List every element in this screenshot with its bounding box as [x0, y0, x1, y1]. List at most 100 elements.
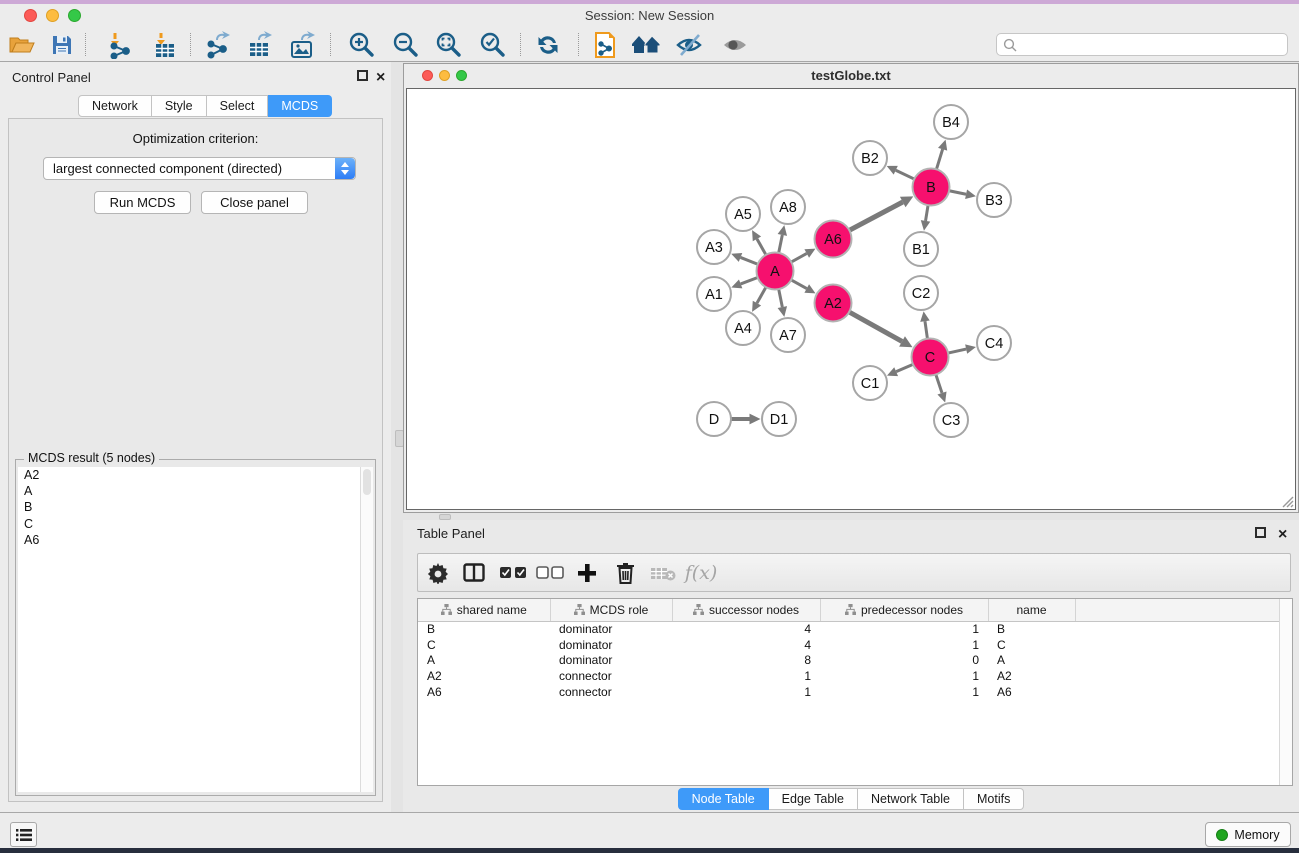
edge-arrow-icon: [921, 220, 930, 231]
node-table[interactable]: shared nameMCDS rolesuccessor nodesprede…: [417, 598, 1293, 786]
open-recent-session-icon[interactable]: [590, 30, 620, 60]
edge-C-C1[interactable]: [896, 364, 913, 371]
main-titlebar[interactable]: Session: New Session: [0, 4, 1299, 27]
edge-A-A7[interactable]: [779, 289, 783, 307]
edge-A-A3[interactable]: [741, 257, 758, 264]
result-scrollbar[interactable]: [360, 467, 373, 792]
edge-B-B4[interactable]: [936, 149, 942, 169]
table-scrollbar[interactable]: [1279, 599, 1292, 785]
edge-A-A2[interactable]: [791, 280, 807, 289]
control-panel-title: Control Panel: [12, 70, 91, 85]
tab-edge-table[interactable]: Edge Table: [769, 788, 858, 810]
edge-C-C2[interactable]: [925, 321, 927, 338]
table-row[interactable]: A6connector11A6: [418, 684, 1280, 700]
edge-C-C3[interactable]: [936, 375, 942, 393]
column-header-predecessor-nodes[interactable]: predecessor nodes: [820, 599, 988, 621]
table-row[interactable]: Cdominator41C: [418, 637, 1280, 653]
import-table-icon[interactable]: [150, 30, 180, 60]
show-column-icon[interactable]: [457, 554, 491, 591]
edge-A-A5[interactable]: [757, 239, 766, 255]
desktop-background-bottom: [0, 848, 1299, 853]
deselect-all-rows-icon[interactable]: [533, 554, 567, 591]
edge-B-B2[interactable]: [896, 170, 915, 179]
edge-B-B3[interactable]: [949, 191, 966, 195]
open-session-icon[interactable]: [7, 30, 37, 60]
network-view-window[interactable]: testGlobe.txt B4B2BB3A5A8A6B1A3AC2A1A2A4…: [403, 63, 1299, 513]
graph-node-label: D1: [770, 412, 789, 428]
zoom-fit-icon[interactable]: [433, 30, 463, 60]
tab-select[interactable]: Select: [207, 95, 269, 117]
close-table-panel-icon[interactable]: ×: [1278, 529, 1287, 540]
show-graphics-details-icon[interactable]: [721, 30, 751, 60]
import-network-icon[interactable]: [105, 30, 135, 60]
export-network-icon[interactable]: [203, 30, 233, 60]
memory-label: Memory: [1234, 828, 1279, 842]
export-image-icon[interactable]: [288, 30, 318, 60]
edge-A-A8[interactable]: [779, 235, 783, 253]
network-graph[interactable]: B4B2BB3A5A8A6B1A3AC2A1A2A4A7C4CC1C3DD1: [407, 89, 1295, 509]
add-column-icon[interactable]: [570, 554, 604, 591]
mcds-result-list[interactable]: A2ABCA6: [18, 467, 360, 792]
zoom-selected-icon[interactable]: [477, 30, 507, 60]
refresh-icon[interactable]: [533, 30, 563, 60]
main-content: Control Panel × NetworkStyleSelectMCDS O…: [0, 62, 1299, 812]
hide-graphics-details-icon[interactable]: [675, 30, 705, 60]
tab-style[interactable]: Style: [152, 95, 207, 117]
edge-B-B1[interactable]: [926, 205, 929, 221]
edge-A-A4[interactable]: [757, 287, 766, 303]
edge-arrow-icon: [920, 311, 930, 322]
edge-arrow-icon: [778, 225, 787, 236]
network-window-titlebar[interactable]: testGlobe.txt: [404, 64, 1298, 87]
float-table-panel-icon[interactable]: [1255, 527, 1266, 538]
column-header-name[interactable]: name: [988, 599, 1075, 621]
run-mcds-button[interactable]: Run MCDS: [94, 191, 191, 214]
column-header-shared-name[interactable]: shared name: [418, 599, 550, 621]
graph-node-label: A4: [734, 321, 752, 337]
toolbar-separator: [85, 33, 86, 56]
resize-grip-icon[interactable]: [1280, 494, 1294, 508]
network-window-title: testGlobe.txt: [404, 64, 1298, 87]
edge-A2-C[interactable]: [849, 312, 902, 341]
close-panel-icon[interactable]: ×: [376, 72, 385, 83]
optimization-criterion-select[interactable]: largest connected component (directed): [43, 157, 356, 180]
graph-node-label: A: [770, 264, 780, 280]
search-icon: [1003, 38, 1018, 53]
zoom-out-icon[interactable]: [390, 30, 420, 60]
zoom-in-icon[interactable]: [346, 30, 376, 60]
edge-C-C4[interactable]: [948, 349, 966, 353]
close-panel-button[interactable]: Close panel: [201, 191, 308, 214]
export-table-icon[interactable]: [245, 30, 275, 60]
result-item[interactable]: B: [18, 499, 360, 515]
tab-motifs[interactable]: Motifs: [964, 788, 1024, 810]
tab-network[interactable]: Network: [78, 95, 152, 117]
result-item[interactable]: A: [18, 483, 360, 499]
edge-A6-B[interactable]: [849, 202, 902, 230]
delete-column-icon[interactable]: [608, 554, 642, 591]
column-header-MCDS-role[interactable]: MCDS role: [550, 599, 672, 621]
result-item[interactable]: A2: [18, 467, 360, 483]
network-canvas[interactable]: B4B2BB3A5A8A6B1A3AC2A1A2A4A7C4CC1C3DD1: [406, 88, 1296, 510]
column-header-successor-nodes[interactable]: successor nodes: [672, 599, 820, 621]
show-panels-button[interactable]: [10, 822, 37, 847]
edge-A-A6[interactable]: [791, 253, 807, 262]
float-panel-icon[interactable]: [357, 70, 368, 81]
table-row[interactable]: Adominator80A: [418, 652, 1280, 668]
edge-A-A1[interactable]: [741, 278, 758, 284]
tab-mcds[interactable]: MCDS: [268, 95, 332, 117]
save-session-icon[interactable]: [47, 30, 77, 60]
graph-node-label: A1: [705, 287, 723, 303]
table-row[interactable]: Bdominator41B: [418, 621, 1280, 637]
table-options-icon[interactable]: [421, 554, 455, 591]
node-table-grid: shared nameMCDS rolesuccessor nodesprede…: [418, 599, 1280, 699]
table-header-row[interactable]: shared nameMCDS rolesuccessor nodesprede…: [418, 599, 1280, 621]
tab-network-table[interactable]: Network Table: [858, 788, 964, 810]
result-item[interactable]: C: [18, 516, 360, 532]
search-input[interactable]: [996, 33, 1288, 56]
result-item[interactable]: A6: [18, 532, 360, 548]
select-all-rows-icon[interactable]: [496, 554, 530, 591]
tab-node-table[interactable]: Node Table: [678, 788, 769, 810]
table-row[interactable]: A2connector11A2: [418, 668, 1280, 684]
memory-button[interactable]: Memory: [1205, 822, 1291, 847]
home-icon[interactable]: [631, 30, 661, 60]
graph-node-label: B1: [912, 242, 930, 258]
